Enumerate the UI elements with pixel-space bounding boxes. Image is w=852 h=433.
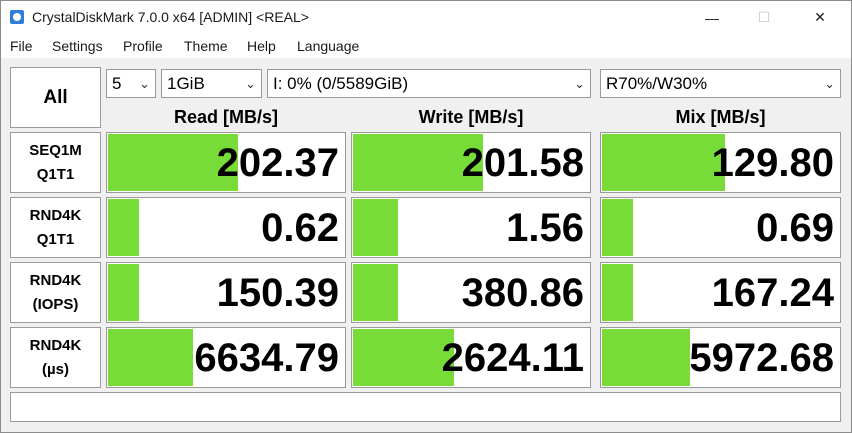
result-bar [602, 199, 633, 256]
rnd4k-mix-result: 0.69 [600, 197, 841, 258]
seq1m-q1t1-button[interactable]: SEQ1M Q1T1 [10, 132, 101, 193]
menu-settings[interactable]: Settings [52, 38, 103, 54]
result-value: 5972.68 [689, 336, 834, 380]
result-value: 129.80 [711, 141, 834, 185]
result-bar [108, 329, 193, 386]
crystaldiskmark-app-icon [10, 10, 24, 24]
test-count-select[interactable]: 5 ⌄ [106, 69, 156, 98]
menu-profile[interactable]: Profile [123, 38, 163, 54]
row-label-line2: (IOPS) [32, 295, 79, 313]
window-title: CrystalDiskMark 7.0.0 x64 [ADMIN] <REAL> [32, 9, 309, 25]
close-button[interactable]: ✕ [797, 1, 843, 34]
result-value: 2624.11 [441, 336, 584, 380]
result-bar [602, 329, 690, 386]
run-all-button[interactable]: All [10, 67, 101, 128]
test-size-value: 1GiB [167, 74, 205, 93]
result-bar [353, 329, 454, 386]
result-bar [108, 264, 139, 321]
menu-language[interactable]: Language [297, 38, 359, 54]
result-bar [602, 134, 725, 191]
result-value: 201.58 [461, 141, 584, 185]
rnd4k-latency-read-result: 6634.79 [106, 327, 346, 388]
rnd4k-iops-button[interactable]: RND4K (IOPS) [10, 262, 101, 323]
row-label-line2: Q1T1 [36, 165, 75, 183]
menu-help[interactable]: Help [247, 38, 276, 54]
result-value: 0.62 [261, 206, 339, 250]
rnd4k-latency-button[interactable]: RND4K (µs) [10, 327, 101, 388]
result-bar [602, 264, 633, 321]
rnd4k-read-result: 0.62 [106, 197, 346, 258]
mix-column-header: Mix [MB/s] [675, 107, 766, 127]
seq1m-read-result: 202.37 [106, 132, 346, 193]
row-label-line1: RND4K [29, 206, 82, 224]
seq1m-write-result: 201.58 [351, 132, 591, 193]
result-value: 380.86 [461, 271, 584, 315]
result-bar [108, 199, 139, 256]
row-label-line1: SEQ1M [29, 141, 82, 159]
chevron-down-icon: ⌄ [245, 76, 256, 91]
row-label-line1: RND4K [29, 336, 82, 354]
menu-bar: File Settings Profile Theme Help Languag… [1, 34, 851, 58]
rnd4k-iops-read-result: 150.39 [106, 262, 346, 323]
drive-value: I: 0% (0/5589GiB) [273, 74, 409, 93]
row-label-line1: RND4K [29, 271, 82, 289]
title-bar[interactable]: CrystalDiskMark 7.0.0 x64 [ADMIN] <REAL>… [1, 1, 851, 34]
result-value: 6634.79 [194, 336, 339, 380]
chevron-down-icon: ⌄ [824, 76, 835, 91]
write-column-header: Write [MB/s] [418, 107, 524, 127]
minimize-button[interactable]: — [689, 1, 735, 34]
menu-theme[interactable]: Theme [184, 38, 228, 54]
mix-ratio-select[interactable]: R70%/W30% ⌄ [600, 69, 841, 98]
result-value: 167.24 [711, 271, 834, 315]
row-label-line2: (µs) [42, 360, 69, 378]
comment-field[interactable] [10, 392, 841, 422]
result-value: 150.39 [216, 271, 339, 315]
result-bar [353, 264, 398, 321]
test-count-value: 5 [112, 74, 122, 93]
result-value: 1.56 [506, 206, 584, 250]
seq1m-mix-result: 129.80 [600, 132, 841, 193]
drive-select[interactable]: I: 0% (0/5589GiB) ⌄ [267, 69, 591, 98]
test-size-select[interactable]: 1GiB ⌄ [161, 69, 262, 98]
rnd4k-iops-write-result: 380.86 [351, 262, 591, 323]
rnd4k-iops-mix-result: 167.24 [600, 262, 841, 323]
rnd4k-write-result: 1.56 [351, 197, 591, 258]
rnd4k-latency-mix-result: 5972.68 [600, 327, 841, 388]
rnd4k-latency-write-result: 2624.11 [351, 327, 591, 388]
chevron-down-icon: ⌄ [574, 76, 585, 91]
row-label-line2: Q1T1 [36, 230, 75, 248]
result-bar [353, 199, 398, 256]
result-value: 202.37 [216, 141, 339, 185]
rnd4k-q1t1-button[interactable]: RND4K Q1T1 [10, 197, 101, 258]
result-value: 0.69 [756, 206, 834, 250]
chevron-down-icon: ⌄ [139, 76, 150, 91]
mix-ratio-value: R70%/W30% [606, 74, 708, 93]
menu-file[interactable]: File [10, 38, 33, 54]
maximize-button[interactable]: ☐ [741, 1, 787, 34]
read-column-header: Read [MB/s] [173, 107, 278, 127]
